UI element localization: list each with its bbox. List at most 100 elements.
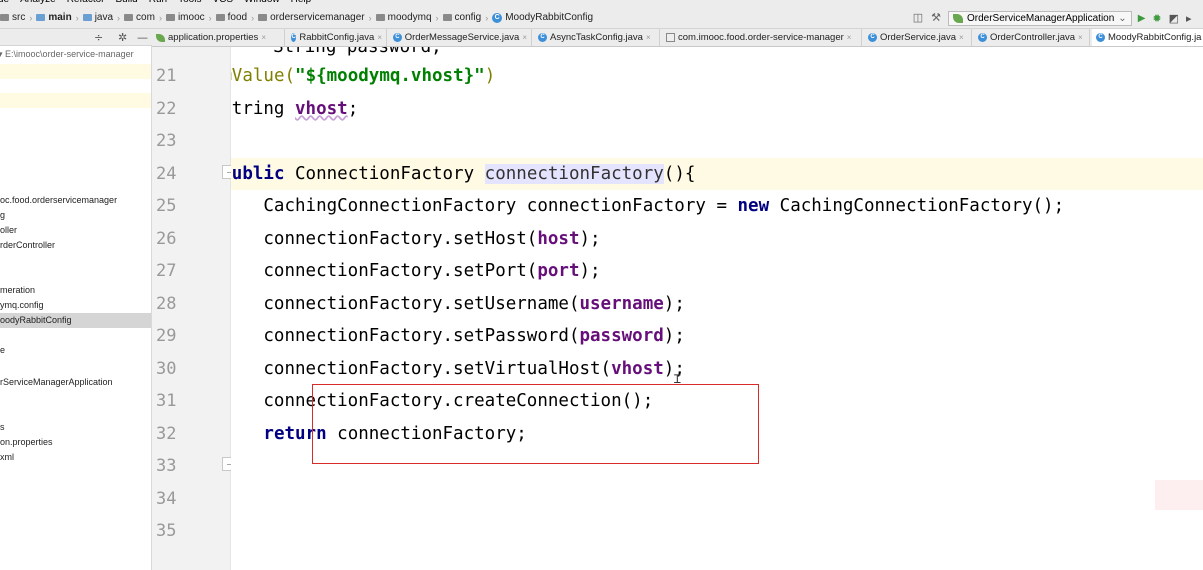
- menu-item[interactable]: VCS: [212, 0, 233, 5]
- breadcrumb-item[interactable]: src: [0, 12, 25, 23]
- text-cursor-icon: Ɪ: [674, 372, 681, 386]
- breadcrumb-item[interactable]: food: [215, 12, 247, 23]
- editor-gutter: 21 22 23 24 25 26 27 28 29 30 31 32 33 34 35: [152, 47, 238, 570]
- close-icon[interactable]: ×: [261, 29, 266, 46]
- line-number: 25: [156, 196, 177, 216]
- menu-item[interactable]: Tools: [178, 0, 201, 5]
- project-panel-header: ÷ ✲ —: [0, 29, 152, 46]
- breadcrumb-item[interactable]: com: [124, 12, 155, 23]
- breadcrumb-item[interactable]: config: [442, 12, 481, 23]
- close-icon[interactable]: ×: [377, 29, 382, 46]
- editor-tab-label: MoodyRabbitConfig.ja: [1108, 32, 1202, 43]
- line-number: 26: [156, 228, 177, 249]
- close-icon[interactable]: ×: [847, 29, 852, 46]
- editor-tab[interactable]: C OrderController.java ×: [974, 29, 1090, 46]
- code-line: String vhost;: [231, 93, 1203, 125]
- error-stripe-marker: [1155, 480, 1203, 510]
- line-number: 34: [156, 488, 177, 509]
- code-token: CachingConnectionFactory();: [769, 196, 1065, 216]
- structure-icon[interactable]: ◫: [912, 12, 924, 24]
- run-icon[interactable]: ▶: [1138, 13, 1146, 24]
- editor-tab[interactable]: com.imooc.food.order-service-manager ×: [662, 29, 862, 46]
- line-number: 24: [156, 163, 177, 184]
- folder-icon: [165, 14, 175, 21]
- tree-item[interactable]: meration: [0, 283, 151, 298]
- menu-item[interactable]: Refactor: [67, 0, 105, 5]
- code-editor[interactable]: String password; @Value("${moodymq.vhost…: [231, 47, 1203, 570]
- breadcrumb-item[interactable]: java: [82, 12, 114, 23]
- gear-icon[interactable]: ✲: [118, 31, 127, 44]
- code-token: CachingConnectionFactory connectionFacto…: [263, 196, 727, 216]
- breadcrumb-separator-icon: ›: [75, 12, 79, 23]
- code-line: connectionFactory.setUsername(username);: [231, 288, 1203, 320]
- code-token: );: [579, 261, 601, 281]
- line-number: 27: [156, 261, 177, 281]
- close-icon[interactable]: ×: [522, 29, 527, 46]
- breadcrumb: src › main › java › com › imooc › food › orderservic…: [0, 12, 597, 23]
- close-icon[interactable]: ×: [959, 29, 964, 46]
- coverage-icon[interactable]: ◩: [1169, 12, 1179, 25]
- code-token: ConnectionFactory: [284, 163, 485, 184]
- code-token: connectionFactory.setPassword(: [263, 326, 580, 346]
- tree-item[interactable]: oc.food.orderservicemanager: [0, 193, 151, 208]
- tree-item[interactable]: on.properties: [0, 435, 151, 450]
- folder-icon: [124, 14, 134, 21]
- project-root-path[interactable]: ▾ E:\imooc\order-service-manager: [0, 49, 134, 60]
- code-token: connectionFactory.setHost(: [263, 228, 538, 249]
- editor-tab[interactable]: C OrderMessageService.java ×: [389, 29, 532, 46]
- tree-item[interactable]: g: [0, 208, 151, 223]
- source-folder-icon: [82, 14, 92, 21]
- editor-tab[interactable]: C AsyncTaskConfig.java ×: [534, 29, 660, 46]
- breadcrumb-item[interactable]: C MoodyRabbitConfig: [492, 12, 593, 23]
- editor-tab[interactable]: C OrderService.java ×: [864, 29, 972, 46]
- editor-tab[interactable]: C MoodyRabbitConfig.ja: [1092, 29, 1203, 46]
- tree-item[interactable]: xml: [0, 450, 151, 465]
- tree-item[interactable]: s: [0, 420, 151, 435]
- breadcrumb-separator-icon: ›: [251, 12, 255, 23]
- editor-tab-label: AsyncTaskConfig.java: [550, 32, 643, 43]
- close-icon[interactable]: ×: [646, 29, 651, 46]
- tree-item[interactable]: rServiceManagerApplication: [0, 375, 151, 390]
- menu-item[interactable]: de: [0, 0, 9, 5]
- code-token: port: [537, 261, 580, 281]
- menu-item[interactable]: Analyze: [20, 0, 56, 5]
- code-token: );: [663, 326, 685, 346]
- tree-item[interactable]: rderController: [0, 238, 151, 253]
- run-configuration-select[interactable]: OrderServiceManagerApplication ⌄: [948, 10, 1132, 26]
- breadcrumb-item[interactable]: imooc: [165, 12, 205, 23]
- collapse-all-icon[interactable]: ÷: [94, 31, 103, 44]
- tree-item[interactable]: ymq.config: [0, 298, 151, 313]
- breadcrumb-item[interactable]: orderservicemanager: [258, 12, 365, 23]
- editor-tab-label: OrderMessageService.java: [404, 32, 520, 43]
- code-token: vhost: [611, 358, 664, 379]
- tree-item[interactable]: oller: [0, 223, 151, 238]
- line-number: 30: [156, 358, 177, 379]
- tree-item[interactable]: e: [0, 343, 151, 358]
- menu-item[interactable]: Run: [149, 0, 167, 5]
- menu-item[interactable]: Help: [291, 0, 312, 5]
- close-icon[interactable]: ×: [1078, 29, 1083, 46]
- run-configuration-label: OrderServiceManagerApplication: [967, 12, 1115, 24]
- hide-panel-icon[interactable]: —: [137, 31, 148, 44]
- code-token: String: [231, 98, 285, 119]
- tree-item[interactable]: oodyRabbitConfig: [0, 313, 151, 328]
- breadcrumb-item[interactable]: moodymq: [375, 12, 432, 23]
- editor-tab[interactable]: C RabbitConfig.java ×: [287, 29, 387, 46]
- menu-item[interactable]: Window: [244, 0, 280, 5]
- class-icon: C: [291, 33, 297, 42]
- tree-highlight-row: [0, 93, 151, 108]
- menu-item[interactable]: Build: [116, 0, 138, 5]
- editor-tab-label: application.properties: [168, 32, 259, 43]
- code-line: connectionFactory.setPort(port);: [231, 255, 1203, 287]
- build-hammer-icon[interactable]: ⚒: [930, 12, 942, 24]
- line-number: 21: [156, 66, 177, 86]
- code-token: password: [579, 326, 664, 346]
- breadcrumb-item[interactable]: main: [36, 12, 72, 23]
- breadcrumb-label: java: [94, 12, 114, 23]
- profile-icon[interactable]: ▸: [1186, 12, 1192, 25]
- editor-tab-label: OrderController.java: [990, 32, 1076, 43]
- editor-tab[interactable]: application.properties ×: [152, 29, 285, 46]
- debug-icon[interactable]: ✹: [1152, 12, 1161, 25]
